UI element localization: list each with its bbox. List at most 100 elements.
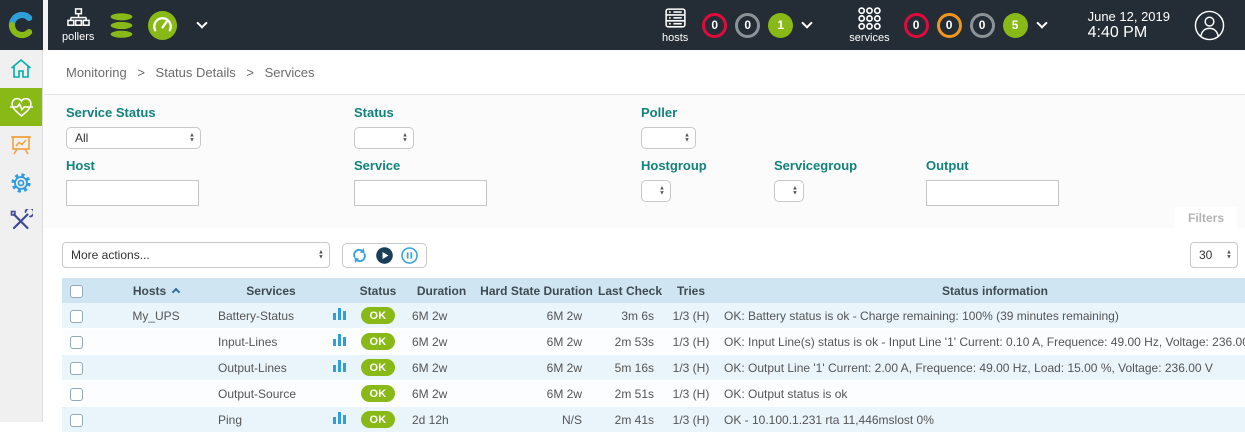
host-cell[interactable]: [96, 355, 216, 381]
services-ok-counter[interactable]: 5: [1003, 13, 1028, 38]
service-cell[interactable]: Output-Lines: [216, 355, 326, 381]
filters-tab[interactable]: Filters: [1175, 207, 1237, 228]
services-menu[interactable]: services: [849, 6, 889, 44]
services-column-header[interactable]: Services: [216, 278, 326, 303]
services-warning-counter[interactable]: 0: [937, 13, 962, 38]
hosts-chevron-down-icon[interactable]: [802, 17, 813, 28]
hosts-counters: 0 0 1: [702, 13, 793, 38]
hosts-up-counter[interactable]: 1: [768, 13, 793, 38]
row-checkbox[interactable]: [70, 336, 83, 349]
host-input[interactable]: [66, 180, 199, 206]
host-cell[interactable]: [96, 329, 216, 355]
row-checkbox-cell: [62, 407, 96, 433]
graph-icon[interactable]: [333, 360, 346, 372]
play-icon: [375, 246, 394, 265]
sidebar-item-administration[interactable]: [0, 202, 42, 240]
page-size-select[interactable]: 30: [1190, 242, 1238, 268]
breadcrumb-item-status-details[interactable]: Status Details: [156, 65, 236, 80]
filter-poller: Poller: [641, 105, 696, 149]
last-check-cell: 3m 6s: [594, 303, 666, 329]
service-cell[interactable]: Ping: [216, 407, 326, 433]
services-critical-counter[interactable]: 0: [904, 13, 929, 38]
poller-status-icons: [106, 10, 206, 41]
poller-label: Poller: [641, 105, 696, 120]
sidebar-item-configuration[interactable]: [0, 164, 42, 202]
row-checkbox[interactable]: [70, 388, 83, 401]
row-checkbox[interactable]: [70, 362, 83, 375]
database-status-icon[interactable]: [106, 10, 137, 41]
status-column-header[interactable]: Status: [352, 278, 404, 303]
sidebar: [0, 50, 43, 422]
graph-column-header: [326, 278, 352, 303]
service-row: Output-Lines OK 6M 2w 6M 2w 5m 16s 1/3 (…: [62, 355, 1245, 381]
status-cell: OK: [352, 407, 404, 433]
row-checkbox[interactable]: [70, 310, 83, 323]
breadcrumb-item-services[interactable]: Services: [265, 65, 315, 80]
service-cell[interactable]: Output-Source: [216, 381, 326, 407]
centreon-logo-icon: [5, 8, 39, 42]
graph-icon[interactable]: [333, 334, 346, 346]
hosts-status-group: hosts 0 0 1: [662, 6, 811, 44]
row-checkbox-cell: [62, 355, 96, 381]
pause-button[interactable]: [400, 246, 419, 265]
more-actions-select[interactable]: More actions...: [62, 242, 330, 268]
tries-column-header[interactable]: Tries: [666, 278, 716, 303]
status-cell: OK: [352, 329, 404, 355]
select-all-header[interactable]: [62, 278, 96, 303]
duration-column-header[interactable]: Duration: [404, 278, 479, 303]
sidebar-item-reporting[interactable]: [0, 126, 42, 164]
play-button[interactable]: [375, 246, 394, 265]
graph-cell: [326, 303, 352, 329]
tools-icon: [9, 209, 33, 233]
service-table-body: My_UPS Battery-Status OK 6M 2w 6M 2w 3m …: [62, 303, 1245, 433]
output-input[interactable]: [926, 180, 1059, 206]
hard-state-duration-column-header[interactable]: Hard State Duration: [479, 278, 594, 303]
pollers-menu[interactable]: pollers: [62, 7, 94, 43]
graph-icon[interactable]: [333, 308, 346, 320]
services-chevron-down-icon[interactable]: [1036, 17, 1047, 28]
service-status-select[interactable]: All: [66, 127, 201, 149]
hosts-unreachable-counter[interactable]: 0: [735, 13, 760, 38]
hostgroup-label: Hostgroup: [641, 158, 774, 173]
filter-host: Host: [66, 158, 354, 206]
service-cell[interactable]: Input-Lines: [216, 329, 326, 355]
service-cell[interactable]: Battery-Status: [216, 303, 326, 329]
graph-icon[interactable]: [333, 412, 346, 424]
status-information-column-header[interactable]: Status information: [716, 278, 1245, 303]
service-input[interactable]: [354, 180, 487, 206]
hosts-label: hosts: [662, 32, 688, 44]
sidebar-item-home[interactable]: [0, 50, 42, 88]
last-check-column-header[interactable]: Last Check: [594, 278, 666, 303]
host-cell[interactable]: [96, 381, 216, 407]
hosts-menu[interactable]: hosts: [662, 6, 688, 44]
status-information-cell: OK - 10.100.1.231 rta 11,446mslost 0%: [716, 407, 1245, 433]
status-select[interactable]: [354, 127, 414, 149]
latency-gauge-icon[interactable]: [147, 10, 178, 41]
servicegroup-select[interactable]: [774, 180, 804, 202]
select-all-checkbox[interactable]: [70, 285, 83, 298]
top-bar: pollers: [0, 0, 1245, 50]
centreon-logo[interactable]: [0, 0, 43, 50]
sidebar-item-monitoring[interactable]: [0, 88, 42, 126]
current-time: 4:40 PM: [1088, 25, 1170, 41]
tries-cell: 1/3 (H): [666, 355, 716, 381]
hosts-column-header[interactable]: Hosts: [96, 278, 216, 303]
home-icon: [9, 57, 33, 81]
user-menu-button[interactable]: [1194, 10, 1225, 41]
breadcrumb-item-monitoring[interactable]: Monitoring: [66, 65, 127, 80]
hostgroup-select[interactable]: [641, 180, 671, 202]
host-cell[interactable]: [96, 407, 216, 433]
refresh-icon: [350, 246, 369, 265]
services-counters: 0 0 0 5: [904, 13, 1028, 38]
row-checkbox[interactable]: [70, 414, 83, 427]
hosts-down-counter[interactable]: 0: [702, 13, 727, 38]
refresh-button[interactable]: [350, 246, 369, 265]
status-information-cell: OK: Output Line '1' Current: 2.00 A, Fre…: [716, 355, 1245, 381]
pollers-chevron-down-icon[interactable]: [197, 17, 208, 28]
poller-select[interactable]: [641, 127, 696, 149]
service-row: Ping OK 2d 12h N/S 2m 41s 1/3 (H) OK - 1…: [62, 407, 1245, 433]
services-unknown-counter[interactable]: 0: [970, 13, 995, 38]
host-label: Host: [66, 158, 354, 173]
current-date: June 12, 2019: [1088, 9, 1170, 25]
host-cell[interactable]: My_UPS: [96, 303, 216, 329]
